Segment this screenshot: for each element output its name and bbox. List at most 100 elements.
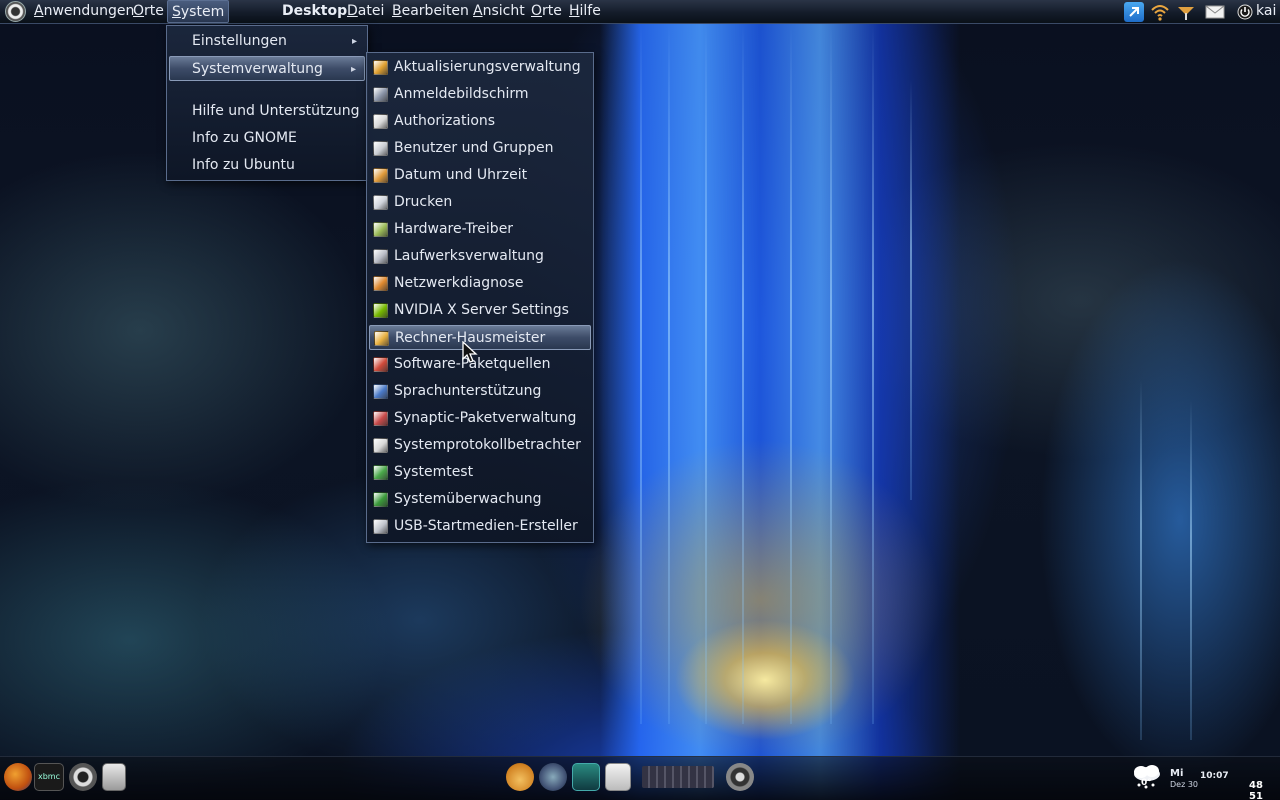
clock-icon — [373, 168, 388, 183]
usb-creator-icon — [373, 519, 388, 534]
admin-menu-item-label: Systemtest — [394, 464, 474, 480]
admin-menu-item[interactable]: Systemüberwachung — [369, 487, 591, 512]
admin-menu-item[interactable]: Anmeldebildschirm — [369, 82, 591, 107]
admin-menu-item-label: Systemprotokollbetrachter — [394, 437, 581, 453]
menu-item-info-gnome[interactable]: Info zu GNOME — [169, 126, 365, 151]
system-menu: Einstellungen ▸ Systemverwaltung ▸ Hilfe… — [166, 25, 368, 181]
gimp-icon[interactable] — [506, 763, 534, 791]
desktop: Anwendungen Orte System Desktop Datei Be… — [0, 0, 1280, 800]
waterfall-streak — [668, 24, 670, 724]
mouse-cursor-icon — [462, 341, 478, 363]
user-name[interactable]: kai — [1256, 0, 1276, 23]
admin-menu-item[interactable]: Synaptic-Paketverwaltung — [369, 406, 591, 431]
terminal-icon[interactable] — [572, 763, 600, 791]
printer-icon — [373, 195, 388, 210]
blue-app-icon[interactable] — [1124, 2, 1144, 22]
admin-menu-item[interactable]: Datum und Uhrzeit — [369, 163, 591, 188]
waterfall-streak — [1190, 400, 1192, 740]
waterfall-streak — [705, 24, 707, 724]
menu-datei[interactable]: Datei — [347, 0, 384, 23]
users-icon — [373, 141, 388, 156]
menu-item-label: Hilfe und Unterstützung — [192, 103, 360, 119]
log-viewer-icon — [373, 438, 388, 453]
menu-orte[interactable]: Orte — [133, 0, 164, 23]
admin-menu-item[interactable]: NVIDIA X Server Settings — [369, 298, 591, 323]
admin-menu-item[interactable]: Hardware-Treiber — [369, 217, 591, 242]
admin-menu-item[interactable]: Drucken — [369, 190, 591, 215]
admin-menu-item-label: NVIDIA X Server Settings — [394, 302, 569, 318]
admin-menu-item[interactable]: Netzwerkdiagnose — [369, 271, 591, 296]
wifi-icon[interactable] — [1150, 2, 1170, 22]
waterfall-streak — [790, 24, 792, 724]
xbmc-icon[interactable]: xbmc — [34, 763, 64, 791]
menu-item-hilfe[interactable]: Hilfe und Unterstützung — [169, 99, 365, 124]
menu-system[interactable]: System — [167, 0, 230, 23]
admin-menu-item[interactable]: Benutzer und Gruppen — [369, 136, 591, 161]
update-manager-icon — [373, 60, 388, 75]
waterfall-streak — [872, 24, 874, 724]
admin-menu-item-label: Laufwerksverwaltung — [394, 248, 544, 264]
software-sources-icon — [373, 357, 388, 372]
admin-menu-item[interactable]: Sprachunterstützung — [369, 379, 591, 404]
synaptic-icon — [373, 411, 388, 426]
webcam-icon[interactable] — [69, 763, 97, 791]
admin-menu-item-label: Systemüberwachung — [394, 491, 542, 507]
admin-menu-item[interactable]: Authorizations — [369, 109, 591, 134]
admin-menu-item[interactable]: Aktualisierungsverwaltung — [369, 55, 591, 80]
file-manager-icon[interactable] — [102, 763, 126, 791]
menu-bearbeiten[interactable]: Bearbeiten — [392, 0, 469, 23]
xbmc-label: xbmc — [37, 772, 60, 781]
systemverwaltung-submenu: Aktualisierungsverwaltung Anmeldebildschi… — [366, 52, 594, 543]
admin-menu-item[interactable]: Systemprotokollbetrachter — [369, 433, 591, 458]
admin-menu-item-label: Benutzer und Gruppen — [394, 140, 554, 156]
system-monitor-icon — [373, 492, 388, 507]
menu-item-label: Info zu Ubuntu — [192, 157, 295, 173]
clock-day: Mi — [1170, 768, 1184, 779]
window-title: Desktop — [282, 3, 348, 19]
admin-menu-item-label: Authorizations — [394, 113, 496, 129]
menu-hilfe[interactable]: Hilfe — [569, 0, 601, 23]
submenu-arrow-icon: ▸ — [351, 36, 357, 47]
admin-menu-item-label: Synaptic-Paketverwaltung — [394, 410, 577, 426]
waterfall-streak — [910, 80, 912, 500]
menu-anwendungen[interactable]: Anwendungen — [34, 0, 134, 23]
menu-orte-window[interactable]: Orte — [531, 0, 562, 23]
bottom-panel — [0, 756, 1280, 800]
mail-icon[interactable] — [1205, 2, 1225, 22]
admin-menu-item[interactable]: USB-Startmedien-Ersteller — [369, 514, 591, 539]
document-icon[interactable] — [605, 763, 631, 791]
network-diagnose-icon — [373, 276, 388, 291]
admin-menu-item[interactable]: Laufwerksverwaltung — [369, 244, 591, 269]
network-icon[interactable] — [1176, 2, 1196, 22]
ubuntu-logo-icon[interactable] — [5, 1, 26, 22]
browser-icon[interactable] — [539, 763, 567, 791]
admin-menu-item-label: Datum und Uhrzeit — [394, 167, 528, 183]
firefox-icon[interactable] — [4, 763, 32, 791]
nvidia-icon — [373, 303, 388, 318]
admin-menu-item[interactable]: Rechner-Hausmeister — [369, 325, 591, 350]
login-screen-icon — [373, 87, 388, 102]
clock-time[interactable]: 10:07 — [1200, 771, 1229, 781]
clock-date: Dez 30 — [1170, 780, 1199, 789]
admin-menu-item-label: Sprachunterstützung — [394, 383, 542, 399]
disk-icon — [373, 249, 388, 264]
audio-icon[interactable] — [726, 763, 754, 791]
clock-seconds: 48 51 — [1249, 780, 1263, 800]
admin-menu-item[interactable]: Systemtest — [369, 460, 591, 485]
media-strip-icon[interactable] — [642, 766, 714, 788]
menu-ansicht[interactable]: Ansicht — [473, 0, 525, 23]
system-test-icon — [373, 465, 388, 480]
language-icon — [373, 384, 388, 399]
menu-item-info-ubuntu[interactable]: Info zu Ubuntu — [169, 153, 365, 178]
admin-menu-item[interactable]: Software-Paketquellen — [369, 352, 591, 377]
menu-item-einstellungen[interactable]: Einstellungen ▸ — [169, 29, 365, 54]
weather-temperature: 0° — [1141, 778, 1152, 788]
menu-item-systemverwaltung[interactable]: Systemverwaltung ▸ — [169, 56, 365, 81]
menu-item-label: Info zu GNOME — [192, 130, 297, 146]
power-icon[interactable] — [1235, 2, 1255, 22]
waterfall-streak — [830, 24, 832, 724]
admin-menu-item-label: Hardware-Treiber — [394, 221, 514, 237]
top-panel: Anwendungen Orte System Desktop Datei Be… — [0, 0, 1280, 24]
janitor-icon — [374, 331, 389, 346]
admin-menu-item-label: Aktualisierungsverwaltung — [394, 59, 581, 75]
